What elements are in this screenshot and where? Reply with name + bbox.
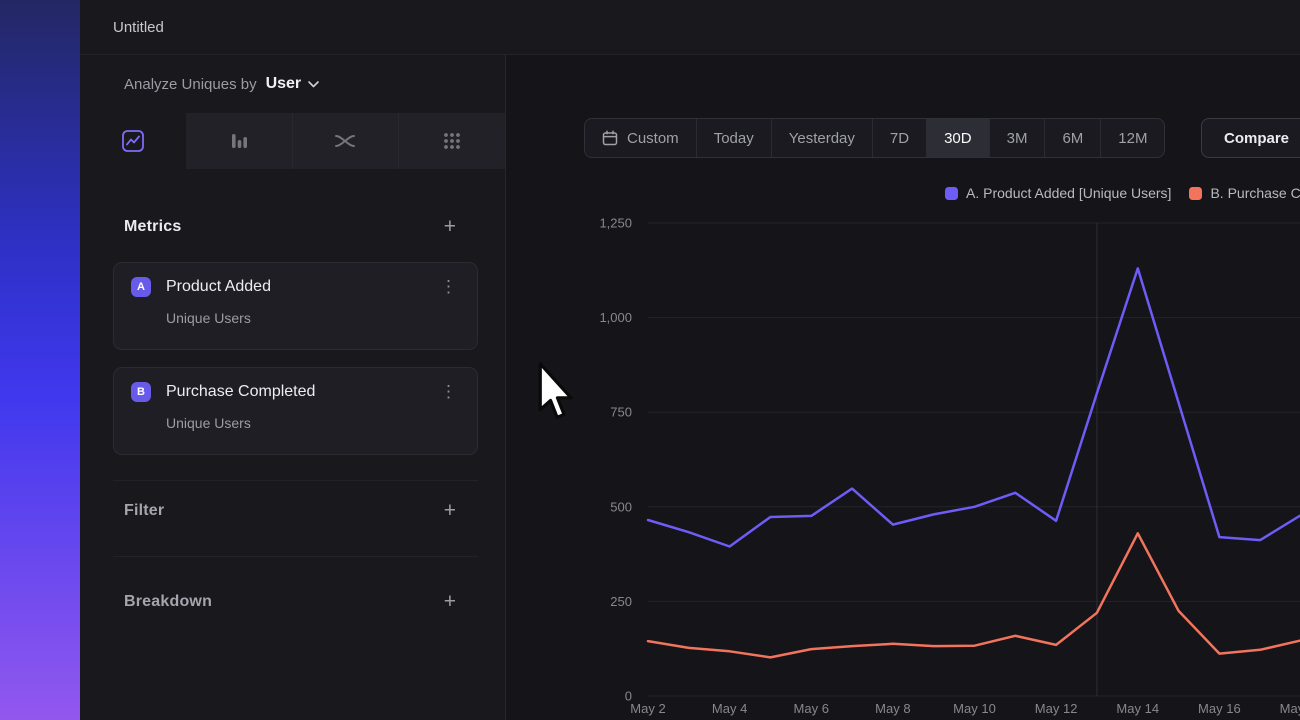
compare-label: Compare — [1224, 130, 1289, 147]
svg-text:250: 250 — [610, 594, 632, 609]
legend-label: A. Product Added [Unique Users] — [966, 185, 1171, 201]
compare-button[interactable]: Compare — [1201, 118, 1300, 158]
chart-legend: A. Product Added [Unique Users] B. Purch… — [945, 185, 1300, 201]
legend-swatch-purple — [945, 187, 958, 200]
metric-badge: B — [131, 382, 151, 402]
range-label: 30D — [944, 130, 972, 147]
metric-subtitle: Unique Users — [166, 415, 461, 431]
insights-chart-icon — [120, 128, 146, 154]
metric-kebab-menu-icon[interactable]: ⋮ — [436, 277, 461, 297]
range-3m[interactable]: 3M — [989, 119, 1045, 157]
topbar: Untitled — [80, 0, 1300, 55]
funnels-bars-icon — [226, 128, 252, 154]
analyze-row: Analyze Uniques by User — [80, 55, 505, 113]
range-custom[interactable]: Custom — [585, 119, 696, 157]
section-divider — [113, 480, 478, 481]
metric-badge: A — [131, 277, 151, 297]
svg-text:May 14: May 14 — [1116, 701, 1159, 716]
report-type-tabs — [80, 113, 505, 169]
metric-card-purchase-completed[interactable]: B Purchase Completed ⋮ Unique Users — [113, 367, 478, 455]
svg-text:May 8: May 8 — [875, 701, 910, 716]
svg-text:May 6: May 6 — [794, 701, 829, 716]
range-12m[interactable]: 12M — [1100, 119, 1164, 157]
brand-gradient-strip — [0, 0, 80, 720]
section-divider — [113, 556, 478, 557]
retention-dots-icon — [439, 128, 465, 154]
svg-text:May 2: May 2 — [630, 701, 665, 716]
add-filter-button[interactable]: + — [444, 501, 456, 521]
chevron-down-icon — [308, 81, 319, 88]
tab-funnels[interactable] — [186, 113, 292, 169]
chart-panel: Custom Today Yesterday 7D 30D 3M 6M 12M … — [505, 55, 1300, 720]
breakdown-section-header: Breakdown + — [113, 590, 478, 614]
window-title: Untitled — [113, 19, 164, 36]
range-label: 3M — [1007, 130, 1028, 147]
range-label: 6M — [1062, 130, 1083, 147]
legend-swatch-orange — [1189, 187, 1202, 200]
range-6m[interactable]: 6M — [1044, 119, 1100, 157]
tab-insights[interactable] — [80, 113, 186, 169]
tab-flows[interactable] — [292, 113, 399, 169]
svg-text:750: 750 — [610, 405, 632, 420]
add-breakdown-button[interactable]: + — [444, 592, 456, 612]
calendar-icon — [602, 130, 618, 146]
flows-icon — [332, 128, 358, 154]
svg-text:May 10: May 10 — [953, 701, 996, 716]
breakdown-title: Breakdown — [124, 593, 212, 611]
svg-text:May 18: May 18 — [1280, 701, 1300, 716]
analyze-label: Analyze Uniques by — [124, 76, 257, 93]
range-yesterday[interactable]: Yesterday — [771, 119, 872, 157]
range-today[interactable]: Today — [696, 119, 771, 157]
legend-item-product-added[interactable]: A. Product Added [Unique Users] — [945, 185, 1171, 201]
sidebar: Analyze Uniques by User — [80, 55, 505, 720]
range-label: Today — [714, 130, 754, 147]
range-label: Custom — [627, 130, 679, 147]
range-label: Yesterday — [789, 130, 855, 147]
tab-retention[interactable] — [398, 113, 505, 169]
range-label: 12M — [1118, 130, 1147, 147]
filter-section-header: Filter + — [113, 499, 478, 523]
svg-text:1,250: 1,250 — [599, 216, 632, 231]
range-7d[interactable]: 7D — [872, 119, 926, 157]
metric-title: Purchase Completed — [166, 383, 315, 401]
metric-kebab-menu-icon[interactable]: ⋮ — [436, 382, 461, 402]
metrics-section-header: Metrics + — [113, 215, 478, 239]
add-metric-button[interactable]: + — [444, 217, 456, 237]
legend-item-purchase-completed[interactable]: B. Purchase Completed [Unique Users] — [1189, 185, 1300, 201]
filter-title: Filter — [124, 502, 164, 520]
metric-card-product-added[interactable]: A Product Added ⋮ Unique Users — [113, 262, 478, 350]
svg-text:May 12: May 12 — [1035, 701, 1078, 716]
metric-title: Product Added — [166, 278, 271, 296]
svg-text:May 4: May 4 — [712, 701, 747, 716]
metrics-title: Metrics — [124, 218, 181, 236]
analyze-by-dropdown[interactable]: User — [266, 75, 320, 93]
metric-subtitle: Unique Users — [166, 310, 461, 326]
analyze-by-value: User — [266, 75, 302, 93]
svg-text:500: 500 — [610, 499, 632, 514]
svg-text:May 16: May 16 — [1198, 701, 1241, 716]
range-label: 7D — [890, 130, 909, 147]
range-30d[interactable]: 30D — [926, 119, 989, 157]
line-chart: 02505007501,0001,250May 2May 4May 6May 8… — [586, 210, 1300, 720]
svg-text:1,000: 1,000 — [599, 310, 632, 325]
legend-label: B. Purchase Completed [Unique Users] — [1210, 185, 1300, 201]
date-range-control: Custom Today Yesterday 7D 30D 3M 6M 12M — [584, 118, 1165, 158]
